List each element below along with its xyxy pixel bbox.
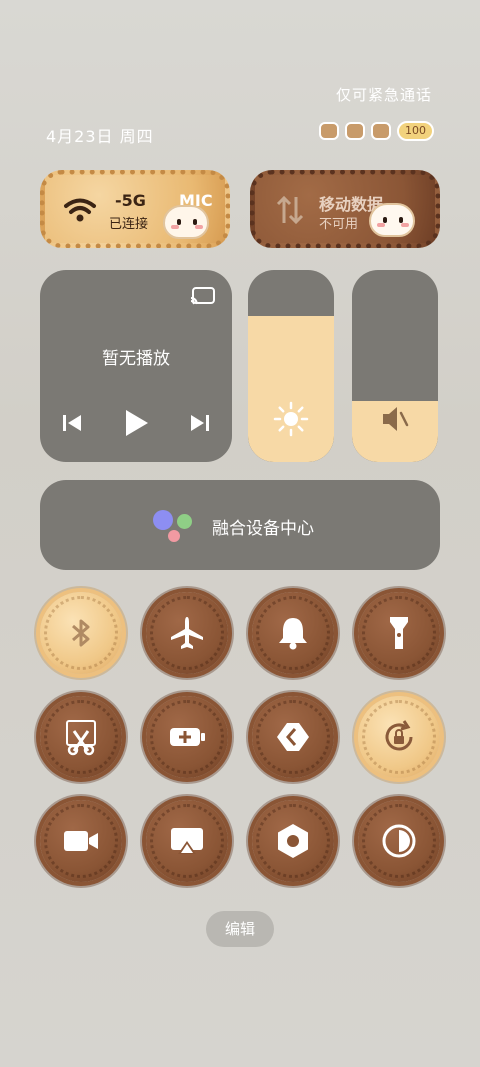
battery-saver-toggle[interactable] bbox=[146, 696, 228, 778]
wifi-network-name: -5G bbox=[115, 191, 146, 210]
cat-face-decoration bbox=[163, 205, 209, 239]
media-player-card[interactable]: 暂无播放 bbox=[40, 270, 232, 462]
rotation-lock-icon bbox=[385, 720, 413, 751]
skip-previous-icon bbox=[63, 415, 81, 431]
brightness-fill bbox=[248, 316, 334, 462]
status-cat-icon bbox=[319, 122, 339, 140]
screenshot-toggle[interactable] bbox=[40, 696, 122, 778]
screen-record-icon bbox=[64, 831, 98, 851]
date-label: 4月23日 周四 bbox=[46, 127, 154, 146]
wifi-status: 已连接 bbox=[109, 217, 149, 232]
bell-icon bbox=[279, 618, 307, 650]
next-track-button[interactable] bbox=[185, 408, 215, 438]
settings-toggle[interactable] bbox=[252, 800, 334, 882]
quick-toggle-grid bbox=[40, 592, 440, 882]
status-icons: 100 bbox=[319, 121, 434, 141]
wifi-tile[interactable]: -5G MIC 已连接 bbox=[40, 170, 230, 248]
cat-face-decoration bbox=[369, 203, 415, 237]
cast-icon[interactable] bbox=[190, 286, 216, 306]
airplane-icon bbox=[171, 617, 203, 649]
wifi-status-icon bbox=[371, 122, 391, 140]
mobile-data-status: 不可用 bbox=[319, 217, 359, 232]
screen-record-toggle[interactable] bbox=[40, 800, 122, 882]
media-controls bbox=[40, 408, 232, 438]
mobile-data-tile[interactable]: 移动数据 不可用 bbox=[250, 170, 440, 248]
media-status: 暂无播放 bbox=[102, 349, 170, 369]
wifi-icon bbox=[64, 198, 96, 222]
screen-cast-toggle[interactable] bbox=[146, 800, 228, 882]
battery-level: 100 bbox=[397, 121, 434, 141]
skip-next-icon bbox=[191, 415, 209, 431]
dark-mode-toggle[interactable] bbox=[358, 800, 440, 882]
play-button[interactable] bbox=[121, 408, 151, 438]
flashlight-icon bbox=[390, 617, 408, 649]
flashlight-toggle[interactable] bbox=[358, 592, 440, 674]
rotation-lock-toggle[interactable] bbox=[358, 696, 440, 778]
volume-slider[interactable] bbox=[352, 270, 438, 462]
mobile-data-icon bbox=[276, 195, 304, 225]
screenshot-scissors-icon bbox=[66, 720, 96, 756]
link-icon bbox=[277, 723, 309, 751]
link-toggle[interactable] bbox=[252, 696, 334, 778]
signal-icon bbox=[345, 122, 365, 140]
airplane-toggle[interactable] bbox=[146, 592, 228, 674]
screen-cast-icon bbox=[171, 828, 203, 854]
device-center-label: 融合设备中心 bbox=[212, 519, 314, 539]
device-center-card[interactable]: 融合设备中心 bbox=[40, 480, 440, 570]
brightness-slider[interactable] bbox=[248, 270, 334, 462]
speaker-muted-icon bbox=[383, 407, 409, 431]
emergency-call-status: 仅可紧急通话 bbox=[335, 86, 432, 104]
edit-button[interactable]: 编辑 bbox=[206, 911, 274, 947]
previous-track-button[interactable] bbox=[57, 408, 87, 438]
dark-mode-icon bbox=[382, 824, 416, 858]
sun-icon bbox=[273, 401, 309, 437]
play-icon bbox=[126, 410, 148, 436]
battery-saver-icon bbox=[170, 728, 205, 746]
bluetooth-icon bbox=[72, 619, 90, 647]
ringer-toggle[interactable] bbox=[252, 592, 334, 674]
settings-hex-icon bbox=[278, 824, 308, 858]
bluetooth-toggle[interactable] bbox=[40, 592, 122, 674]
